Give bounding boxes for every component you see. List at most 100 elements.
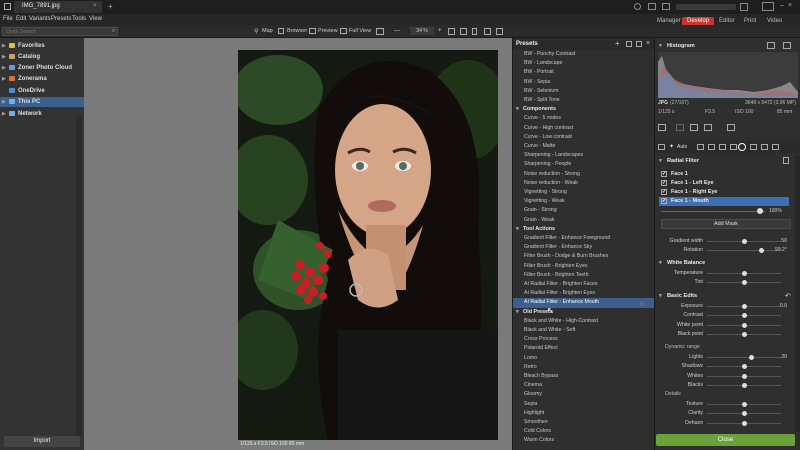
- auto-icon[interactable]: ✦: [669, 143, 674, 150]
- trash-icon[interactable]: [783, 157, 789, 164]
- menu-file[interactable]: File: [3, 16, 13, 22]
- expand-icon[interactable]: ▶: [2, 74, 6, 84]
- preset-item[interactable]: AI Radial Filter - Enhance Mouth: [513, 298, 654, 308]
- preset-item[interactable]: BW - Split Tone: [513, 96, 654, 105]
- preset-item[interactable]: Smoothen: [513, 418, 654, 427]
- preset-item[interactable]: Curve - High contrast: [513, 124, 654, 133]
- menu-variants[interactable]: Variants: [29, 16, 51, 22]
- import-button[interactable]: Import: [4, 436, 80, 447]
- slider-row[interactable]: Gradient width 50: [655, 237, 800, 246]
- expand-icon[interactable]: ▶: [2, 63, 6, 73]
- radial-filter-header[interactable]: Radial Filter: [655, 156, 800, 166]
- fullview-button[interactable]: Full View: [349, 28, 371, 34]
- nav-zoner-photo-cloud[interactable]: ▶ Zoner Photo Cloud: [0, 63, 84, 73]
- slider-knob[interactable]: [741, 383, 747, 389]
- mask-layer-selected[interactable]: ✓ Face 1 - Mouth: [659, 197, 789, 206]
- preset-item[interactable]: Lomo: [513, 354, 654, 363]
- settings-icon[interactable]: [740, 3, 748, 11]
- account-name[interactable]: [676, 4, 736, 10]
- preset-item[interactable]: Black and White - High-Contrast: [513, 317, 654, 326]
- mask-layer[interactable]: ✓ Face 1: [659, 170, 789, 179]
- layer-checkbox[interactable]: ✓: [661, 189, 667, 195]
- perspective-icon[interactable]: [719, 144, 726, 150]
- preset-item[interactable]: Sharpening - People: [513, 160, 654, 169]
- histogram-menu-icon[interactable]: [783, 42, 791, 49]
- adjustments-icon[interactable]: [658, 144, 665, 150]
- preset-item[interactable]: Cold Colors: [513, 427, 654, 436]
- add-preset-icon[interactable]: +: [615, 39, 620, 48]
- slider-knob[interactable]: [758, 248, 764, 254]
- scrollbar[interactable]: [76, 116, 82, 436]
- add-mask-button[interactable]: Add Mask: [661, 219, 791, 229]
- slider-knob[interactable]: [741, 304, 747, 309]
- camera-icon[interactable]: [697, 144, 704, 150]
- slider-knob[interactable]: [741, 313, 747, 319]
- brush-icon[interactable]: [750, 144, 757, 150]
- slider-knob[interactable]: [748, 355, 754, 360]
- zoom-in-icon[interactable]: +: [438, 28, 442, 34]
- preset-item[interactable]: Curve - 5 nodes: [513, 114, 654, 123]
- menu-view[interactable]: View: [89, 16, 102, 22]
- paste-settings-icon[interactable]: [727, 124, 735, 131]
- auto-button[interactable]: Auto: [677, 144, 687, 150]
- preset-group-header[interactable]: Old Presets: [513, 308, 654, 317]
- preset-item[interactable]: Noise reduction - Weak: [513, 179, 654, 188]
- preset-item[interactable]: Sepia: [513, 400, 654, 409]
- expand-icon[interactable]: ▶: [2, 97, 6, 107]
- slider-knob[interactable]: [741, 239, 747, 244]
- preset-item[interactable]: BW - Selenium: [513, 87, 654, 96]
- close-tab-icon[interactable]: ×: [93, 3, 97, 9]
- preset-item[interactable]: Retro: [513, 363, 654, 372]
- preset-item[interactable]: AI Radial Filter - Brighten Eyes: [513, 289, 654, 298]
- fit-icon[interactable]: [448, 28, 455, 35]
- slider-row[interactable]: Rotation 99.2°: [655, 246, 800, 255]
- slider-knob[interactable]: [741, 420, 747, 426]
- opacity-knob[interactable]: [757, 208, 763, 214]
- notifications-icon[interactable]: [662, 3, 670, 10]
- preset-item[interactable]: Gradient Filter - Enhance Sky: [513, 243, 654, 252]
- panels-icon[interactable]: [496, 28, 503, 35]
- slider-track[interactable]: [707, 357, 781, 358]
- opacity-track[interactable]: [661, 211, 765, 212]
- image-viewer[interactable]: 1/125 s F3.5 ISO 100 85 mm: [84, 38, 512, 450]
- preset-item[interactable]: Cinema: [513, 381, 654, 390]
- layer-checkbox[interactable]: ✓: [661, 180, 667, 186]
- compare-icon[interactable]: [376, 28, 384, 35]
- cart-icon[interactable]: [648, 3, 656, 10]
- slider-knob[interactable]: [741, 332, 747, 338]
- grid-icon[interactable]: [484, 28, 491, 35]
- preset-item[interactable]: Polaroid Effect: [513, 344, 654, 353]
- slider-knob[interactable]: [741, 271, 747, 276]
- slider-knob[interactable]: [741, 411, 747, 417]
- preset-item[interactable]: Grain - Weak: [513, 216, 654, 225]
- nav-this-pc[interactable]: ▶ This PC: [0, 97, 84, 107]
- slider-row[interactable]: Black point: [655, 330, 800, 339]
- preset-item[interactable]: BW - Punchy Contrast: [513, 50, 654, 59]
- nav-catalog[interactable]: ▶ Catalog: [0, 52, 84, 62]
- preset-item[interactable]: Sharpening - Landscapes: [513, 151, 654, 160]
- mask-layer[interactable]: ✓ Face 1 - Left Eye: [659, 179, 789, 188]
- layer-checkbox[interactable]: ✓: [661, 198, 667, 204]
- slider-track[interactable]: [707, 250, 781, 252]
- basic-edits-header[interactable]: Basic Edits: [655, 291, 800, 301]
- zoom-out-icon[interactable]: —: [394, 28, 400, 34]
- preset-item[interactable]: Filter Brush - Brighten Teeth: [513, 271, 654, 280]
- preset-group-header[interactable]: Components: [513, 105, 654, 114]
- histogram-header[interactable]: Histogram: [655, 41, 800, 51]
- close-button[interactable]: Close: [656, 434, 795, 446]
- slider-knob[interactable]: [741, 402, 747, 407]
- nav-favorites[interactable]: ▶ Favorites: [0, 41, 84, 51]
- preset-item[interactable]: AI Radial Filter - Brighten Faces: [513, 280, 654, 289]
- preset-item[interactable]: Gloomy: [513, 390, 654, 399]
- histogram-mode-icon[interactable]: [767, 42, 775, 49]
- expand-icon[interactable]: ▶: [2, 109, 6, 119]
- menu-tools[interactable]: Tools: [72, 16, 86, 22]
- mask-layer[interactable]: ✓ Face 1 - Right Eye: [659, 188, 789, 197]
- actual-size-icon[interactable]: [460, 28, 467, 35]
- undo-icon[interactable]: [658, 124, 666, 131]
- panel-scrollbar[interactable]: [795, 156, 800, 432]
- expand-icon[interactable]: ▶: [2, 41, 6, 51]
- slider-row[interactable]: Temperature: [655, 269, 800, 278]
- slider-knob[interactable]: [741, 322, 747, 328]
- preset-item[interactable]: Warm Colors: [513, 436, 654, 445]
